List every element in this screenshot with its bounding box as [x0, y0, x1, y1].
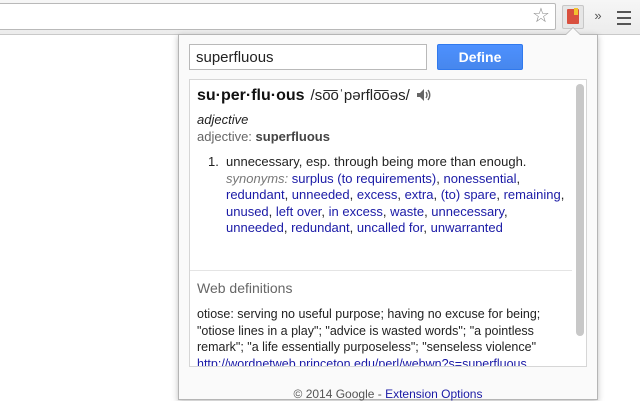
headword: su·per·flu·ous	[197, 87, 305, 104]
part-of-speech: adjective	[197, 112, 249, 127]
synonym-link[interactable]: remaining	[504, 187, 561, 202]
search-input[interactable]	[189, 44, 427, 70]
scroll-thumb[interactable]	[576, 84, 584, 336]
synonym-link[interactable]: unneeded	[226, 220, 284, 235]
chevron-right-icon[interactable]: »	[592, 8, 604, 24]
copyright-text: © 2014 Google -	[293, 387, 386, 401]
synonym-link[interactable]: left over	[276, 204, 322, 219]
dictionary-extension-icon	[567, 8, 579, 24]
popup-arrow	[565, 27, 581, 35]
synonyms-line: synonyms: surplus (to requirements), non…	[226, 171, 566, 237]
star-icon[interactable]: ☆	[530, 5, 552, 27]
synonym-link[interactable]: nonessential	[444, 171, 517, 186]
extension-options-link[interactable]: Extension Options	[385, 387, 482, 401]
web-definitions-title: Web definitions	[197, 280, 293, 296]
results-panel[interactable]: su·per·flu·ous/so͞oˈpərflo͞oəs/ adjectiv…	[189, 79, 587, 367]
divider	[190, 270, 572, 271]
define-button[interactable]: Define	[437, 44, 523, 70]
synonym-link[interactable]: in excess	[329, 204, 383, 219]
synonym-link[interactable]: redundant	[291, 220, 350, 235]
part-of-speech-line: adjective: superfluous	[197, 129, 330, 144]
synonym-link[interactable]: excess	[357, 187, 397, 202]
synonym-link[interactable]: uncalled for	[357, 220, 424, 235]
synonym-link[interactable]: redundant	[226, 187, 285, 202]
web-definition-text: otiose: serving no useful purpose; havin…	[197, 307, 541, 354]
headword-row: su·per·flu·ous/so͞oˈpərflo͞oəs/	[197, 87, 567, 109]
synonym-link[interactable]: extra	[405, 187, 434, 202]
scrollbar[interactable]	[576, 84, 584, 362]
synonym-link[interactable]: unneeded	[292, 187, 350, 202]
speaker-icon[interactable]	[416, 88, 432, 102]
synonym-link[interactable]: surplus (to requirements)	[292, 171, 437, 186]
sense-number: 1.	[208, 154, 219, 169]
web-definition-link[interactable]: http://wordnetweb.princeton.edu/perl/web…	[197, 357, 527, 367]
web-definition: otiose: serving no useful purpose; havin…	[197, 306, 567, 367]
sense: unnecessary, esp. through being more tha…	[226, 154, 566, 237]
synonym-link[interactable]: waste	[390, 204, 424, 219]
address-bar[interactable]	[0, 3, 556, 30]
browser-toolbar: ☆ »	[0, 0, 640, 35]
pos-word: superfluous	[255, 129, 330, 144]
synonym-link[interactable]: (to) spare	[441, 187, 497, 202]
dictionary-extension-button[interactable]	[562, 5, 584, 29]
pronunciation: /so͞oˈpərflo͞oəs/	[310, 87, 410, 104]
synonym-link[interactable]: unused	[226, 204, 269, 219]
dictionary-popup: Define su·per·flu·ous/so͞oˈpərflo͞oəs/ a…	[178, 27, 598, 401]
synonym-link[interactable]: unwarranted	[431, 220, 503, 235]
pos-prefix: adjective:	[197, 129, 256, 144]
synonym-link[interactable]: unnecessary	[431, 204, 504, 219]
popup-footer: © 2014 Google - Extension Options	[179, 387, 597, 401]
synonyms-label: synonyms:	[226, 170, 289, 186]
definition-text: unnecessary, esp. through being more tha…	[226, 154, 527, 169]
hamburger-menu-icon[interactable]	[612, 6, 636, 28]
